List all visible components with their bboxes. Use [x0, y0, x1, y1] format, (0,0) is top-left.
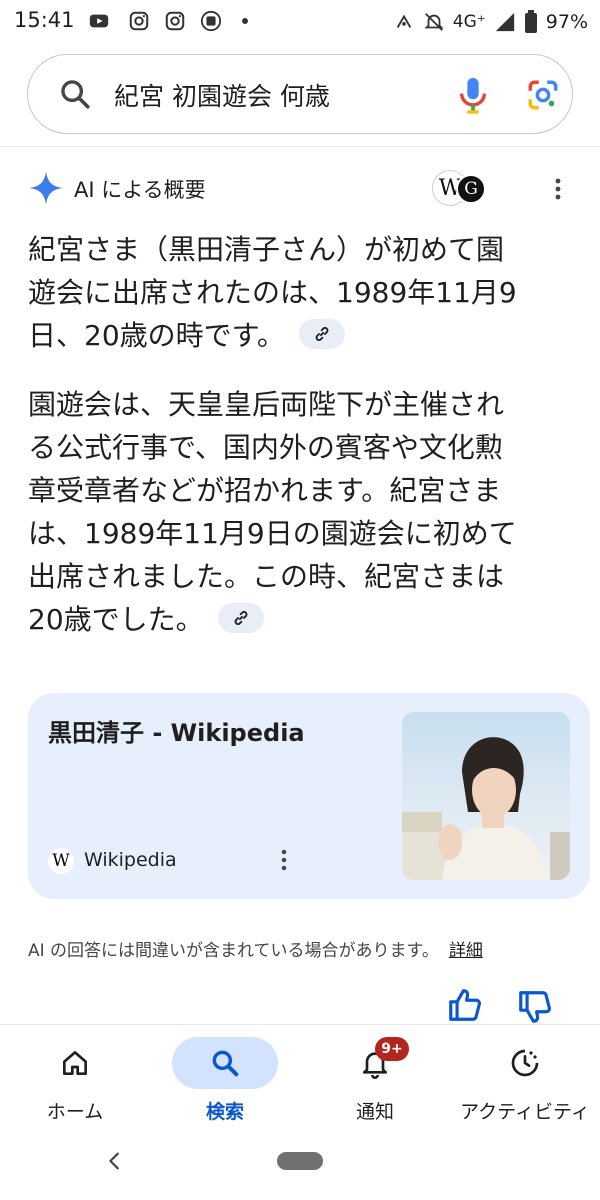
- instagram-icon-2: [165, 11, 185, 31]
- paragraph-line: 紀宮さま（黒田清子さん）が初めて園: [28, 233, 505, 266]
- paragraph-line: 遊会に出席されたのは、1989年11月9: [28, 276, 517, 309]
- app-notification-icon: [200, 10, 222, 32]
- disclaimer-text: AI の回答には間違いが含まれている場合があります。: [28, 941, 439, 961]
- paragraph-line: は、1989年11月9日の園遊会に初めて: [28, 517, 517, 550]
- nav-search-label[interactable]: 検索: [150, 1097, 300, 1124]
- nav-activity[interactable]: アクティビティ: [450, 1033, 600, 1133]
- back-chevron-icon[interactable]: [104, 1150, 126, 1172]
- notification-badge: 9+: [375, 1037, 409, 1061]
- divider: [0, 146, 600, 147]
- status-bar: 15:41 4G⁺ 97%: [0, 0, 600, 44]
- gemini-sparkle-icon: [29, 171, 63, 205]
- nav-search-icon-wrap[interactable]: [172, 1037, 278, 1089]
- paragraph-line: 出席されました。この時、紀宮さまは: [28, 560, 505, 593]
- microphone-icon[interactable]: [456, 75, 490, 115]
- signal-icon: [495, 12, 514, 32]
- network-type: 4G⁺: [452, 12, 486, 32]
- nav-home-icon-wrap[interactable]: [22, 1037, 128, 1089]
- person-photo: [402, 737, 570, 880]
- search-icon[interactable]: [58, 77, 92, 111]
- bottom-navigation: ホーム 検索 9+ 通知 アクティビティ: [0, 1024, 600, 1134]
- card-more-options-icon[interactable]: [274, 847, 294, 873]
- search-icon: [212, 1050, 239, 1077]
- status-right: 4G⁺ 97%: [393, 8, 588, 36]
- home-gesture-pill[interactable]: [277, 1152, 323, 1170]
- paragraph-line: 園遊会は、天皇皇后両陛下が主催され: [28, 388, 505, 421]
- activity-icon: [511, 1049, 539, 1077]
- paragraph-line-with-link: 日、20歳の時です。: [28, 314, 576, 357]
- source-card[interactable]: 黒田清子 - Wikipedia W Wikipedia: [28, 693, 590, 899]
- battery-level: 97%: [545, 11, 588, 33]
- ai-disclaimer: AI の回答には間違いが含まれている場合があります。 詳細: [28, 936, 483, 961]
- nav-home[interactable]: ホーム: [0, 1033, 150, 1133]
- search-query[interactable]: 紀宮 初園遊会 何歳: [114, 77, 330, 113]
- ai-overview-title: AI による概要: [74, 178, 206, 202]
- more-options-icon[interactable]: [548, 176, 568, 202]
- paragraph-line: 章受章者などが招かれます。紀宮さま: [28, 474, 502, 507]
- more-notifications-dot-icon: [242, 18, 248, 24]
- nav-activity-label[interactable]: アクティビティ: [450, 1097, 600, 1124]
- link-icon: [315, 327, 329, 341]
- ai-overview-header: AI による概要 W G: [28, 168, 578, 208]
- ai-paragraph-2: 園遊会は、天皇皇后両陛下が主催され る公式行事で、国内外の賓客や文化勲 章受章者…: [28, 383, 576, 641]
- source-card-title[interactable]: 黒田清子 - Wikipedia: [48, 713, 305, 748]
- mute-icon: [424, 13, 444, 31]
- wikipedia-icon: W: [48, 848, 74, 874]
- thumbs-down-icon[interactable]: [516, 988, 554, 1026]
- nav-activity-icon-wrap[interactable]: [472, 1037, 578, 1089]
- paragraph-line: る公式行事で、国内外の賓客や文化勲: [28, 431, 503, 464]
- nav-search[interactable]: 検索: [150, 1033, 300, 1133]
- link-icon: [234, 611, 248, 625]
- battery-icon: [524, 10, 537, 33]
- learn-more-link[interactable]: 詳細: [449, 941, 483, 961]
- thumbs-up-icon[interactable]: [446, 986, 484, 1024]
- home-icon: [62, 1051, 87, 1075]
- nav-notifications[interactable]: 9+ 通知: [300, 1033, 450, 1133]
- citation-link-button[interactable]: [298, 319, 345, 349]
- nfc-icon: [396, 14, 412, 28]
- source-thumbnail-image[interactable]: [402, 712, 570, 880]
- source-name: Wikipedia: [84, 849, 177, 871]
- ai-paragraph-1: 紀宮さま（黒田清子さん）が初めて園 遊会に出席されたのは、1989年11月9 日…: [28, 228, 576, 357]
- google-lens-icon[interactable]: [526, 78, 560, 112]
- paragraph-line-with-link: 20歳でした。: [28, 598, 576, 641]
- paragraph-line-text: 日、20歳の時です。: [28, 319, 285, 352]
- nav-notifications-label[interactable]: 通知: [300, 1097, 450, 1124]
- youtube-icon: [89, 14, 109, 28]
- status-time: 15:41: [14, 8, 75, 32]
- search-bar[interactable]: 紀宮 初園遊会 何歳: [27, 54, 573, 134]
- instagram-icon: [129, 11, 149, 31]
- source-favicon-icon[interactable]: G: [456, 174, 486, 204]
- nav-home-label[interactable]: ホーム: [0, 1097, 150, 1124]
- citation-link-button[interactable]: [217, 603, 264, 633]
- system-navigation-bar: [0, 1134, 600, 1200]
- paragraph-line-text: 20歳でした。: [28, 603, 204, 636]
